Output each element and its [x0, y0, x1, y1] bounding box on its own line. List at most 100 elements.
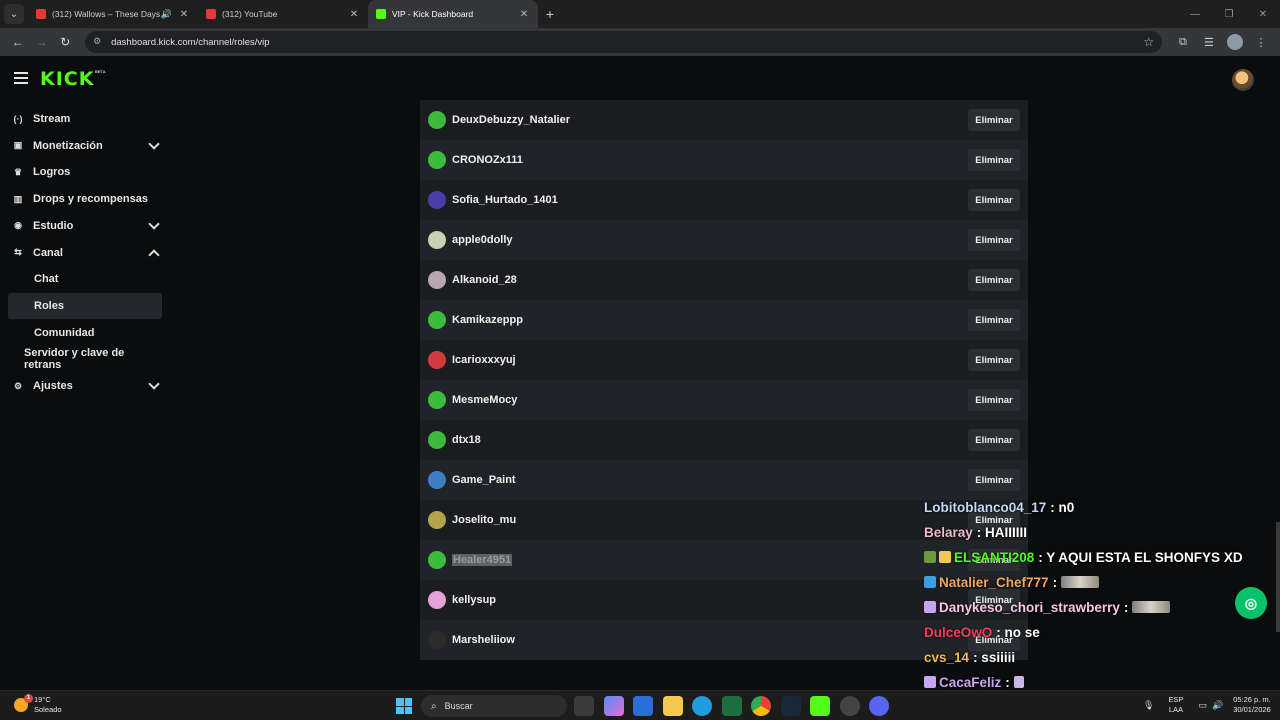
chat-username: Natalier_Chef777 [939, 574, 1049, 590]
close-tab-icon[interactable]: ✕ [178, 9, 190, 20]
extensions-icon[interactable]: ⧉ [1170, 30, 1196, 54]
speaker-icon[interactable]: 🔊 [161, 9, 172, 20]
forward-icon[interactable]: → [30, 30, 54, 54]
chat-username: Lobitoblanco04_17 [924, 499, 1047, 515]
browser-tab[interactable]: (312) YouTube ✕ [198, 0, 368, 28]
chat-text: : [1005, 674, 1010, 690]
chat-badge-icon [924, 551, 936, 563]
new-tab-button[interactable]: + [538, 0, 562, 28]
profile-avatar[interactable] [1222, 30, 1248, 54]
tab-search-dropdown-icon[interactable]: ⌄ [4, 4, 24, 24]
site-info-icon[interactable]: ⚙ [93, 36, 105, 48]
close-tab-icon[interactable]: ✕ [518, 9, 530, 20]
remove-vip-button[interactable]: Eliminar [968, 389, 1020, 411]
remove-vip-button[interactable]: Eliminar [968, 109, 1020, 131]
beta-label: BETA [95, 69, 106, 74]
sidebar-item-comunidad[interactable]: Comunidad [8, 320, 162, 346]
remove-vip-button[interactable]: Eliminar [968, 149, 1020, 171]
remove-vip-button[interactable]: Eliminar [968, 309, 1020, 331]
sidebar-item-label: Servidor y clave de retrans [24, 347, 125, 372]
sidebar-item-chat[interactable]: Chat [8, 266, 162, 292]
file-explorer-icon[interactable] [662, 696, 683, 716]
sidebar-item-canal[interactable]: ⇆ Canal [8, 240, 162, 266]
kick-app-icon[interactable] [810, 696, 830, 716]
sidebar-item-roles[interactable]: Roles [8, 292, 162, 319]
vip-row: dtx18 Eliminar [420, 420, 1028, 460]
remove-vip-button[interactable]: Eliminar [968, 349, 1020, 371]
sidebar-item-label: Ajustes [33, 380, 73, 392]
copilot-icon[interactable] [603, 696, 624, 716]
sidebar-item-label: Roles [34, 299, 64, 312]
vip-row: Alkanoid_28 Eliminar [420, 260, 1028, 300]
steam-icon[interactable] [780, 696, 801, 716]
discord-icon[interactable] [869, 696, 889, 716]
vip-row: CRONOZx111 Eliminar [420, 140, 1028, 180]
sidebar-item-monetizaci-n[interactable]: ▣ Monetización [8, 133, 162, 159]
user-avatar [428, 391, 446, 409]
store-icon[interactable] [633, 696, 653, 716]
volume-icon[interactable]: 🔊 [1212, 700, 1223, 711]
user-avatar [428, 111, 446, 129]
remove-vip-button[interactable]: Eliminar [968, 269, 1020, 291]
sidebar-item-drops-y-recompensas[interactable]: ▥ Drops y recompensas [8, 186, 162, 212]
chrome-icon[interactable] [751, 696, 771, 716]
address-bar[interactable]: ⚙ dashboard.kick.com/channel/roles/vip ☆ [85, 31, 1162, 53]
excel-icon[interactable] [721, 696, 742, 716]
obs-icon[interactable] [839, 696, 860, 716]
chat-username: CacaFeliz [939, 674, 1002, 690]
close-tab-icon[interactable]: ✕ [348, 9, 360, 20]
browser-tab[interactable]: VIP - Kick Dashboard ✕ [368, 0, 538, 28]
vip-username: MesmeMocy [452, 394, 518, 406]
sidebar-item-ajustes[interactable]: ⚙ Ajustes [8, 373, 162, 399]
sidebar-item-stream[interactable]: (·) Stream [8, 106, 162, 132]
remove-vip-button[interactable]: Eliminar [968, 229, 1020, 251]
vip-row: DeuxDebuzzy_Natalier Eliminar [420, 100, 1028, 140]
taskbar-search[interactable]: ⌕ Buscar [421, 695, 567, 717]
remove-vip-button[interactable]: Eliminar [968, 469, 1020, 491]
chat-emote [1132, 601, 1171, 613]
reload-icon[interactable]: ↻ [53, 30, 77, 54]
hamburger-menu-icon[interactable] [14, 72, 28, 84]
close-window-icon[interactable]: ✕ [1246, 0, 1280, 28]
chevron-up-icon[interactable] [148, 248, 160, 261]
windows-start-icon[interactable] [396, 698, 412, 714]
sidebar-item-label: Canal [33, 246, 63, 259]
user-avatar [428, 551, 446, 569]
user-avatar [428, 591, 446, 609]
user-avatar[interactable] [1232, 69, 1254, 91]
remove-vip-button[interactable]: Eliminar [968, 189, 1020, 211]
edge-icon[interactable] [692, 696, 712, 716]
bookmark-star-icon[interactable]: ☆ [1143, 35, 1154, 49]
user-avatar [428, 151, 446, 169]
microphone-icon[interactable]: 🎙 [1143, 700, 1154, 711]
language-indicator[interactable]: ESP LAA [1168, 695, 1183, 715]
kick-logo[interactable]: KICK [40, 68, 94, 90]
support-chat-icon[interactable]: ◎ [1235, 587, 1267, 619]
task-view-icon[interactable] [574, 696, 594, 716]
weather-widget[interactable]: 1 19°C Soleado [14, 694, 62, 715]
vip-username: dtx18 [452, 434, 481, 446]
reading-list-icon[interactable]: ☰ [1196, 30, 1222, 54]
sidebar-item-logros[interactable]: ♛ Logros [8, 159, 162, 185]
chat-username: ELSANTI208 [954, 549, 1035, 565]
clock[interactable]: 05:26 p. m. 30/01/2026 [1233, 695, 1271, 715]
remove-vip-button[interactable]: Eliminar [968, 429, 1020, 451]
scrollbar[interactable] [1276, 522, 1280, 632]
vip-username: DeuxDebuzzy_Natalier [452, 114, 570, 126]
chevron-down-icon[interactable] [148, 138, 160, 150]
chat-message: Danykeso_chori_strawberry: [924, 596, 1171, 618]
sidebar-item-estudio[interactable]: ◉ Estudio [8, 213, 162, 239]
back-icon[interactable]: ← [6, 30, 30, 54]
browser-menu-icon[interactable]: ⋮ [1248, 30, 1274, 54]
sidebar-item-servidor-y-clave-de-retrans[interactable]: Servidor y clave de retrans [8, 346, 162, 372]
url-text[interactable]: dashboard.kick.com/channel/roles/vip [111, 37, 1143, 48]
chevron-down-icon[interactable] [148, 218, 160, 230]
sidebar-item-label: Chat [34, 273, 59, 286]
minimize-icon[interactable]: — [1178, 0, 1212, 28]
chevron-down-icon[interactable] [148, 378, 160, 390]
browser-tab[interactable]: (312) Wallows – These Days 🔊 ✕ [28, 0, 198, 28]
sidebar-item-label: Monetización [33, 139, 103, 152]
network-icon[interactable]: ▭ [1198, 700, 1207, 711]
weather-badge: 1 [24, 694, 33, 703]
maximize-icon[interactable]: ❐ [1212, 0, 1246, 28]
